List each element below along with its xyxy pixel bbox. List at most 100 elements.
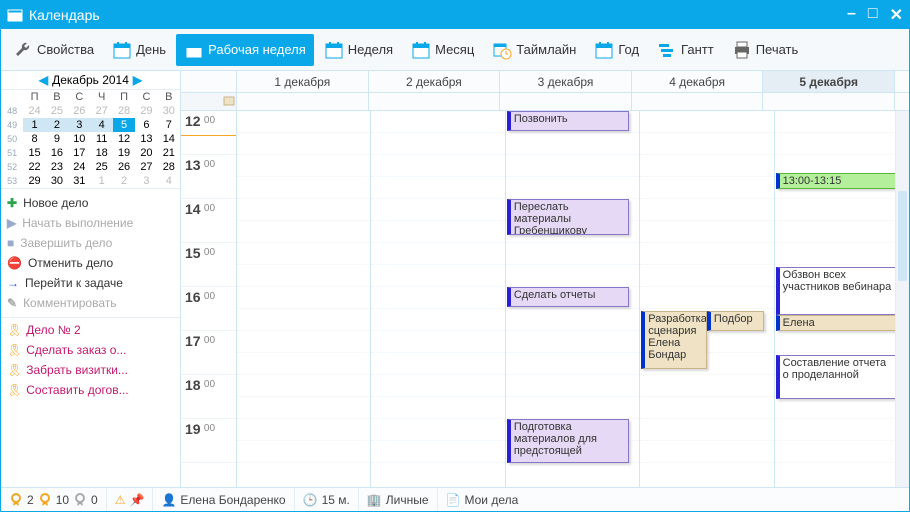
calendar-event[interactable]: Разработка сценария Елена Бондар bbox=[641, 311, 707, 369]
minical-day[interactable]: 5 bbox=[113, 118, 135, 132]
minical-day[interactable]: 18 bbox=[91, 146, 113, 160]
todo-item[interactable]: 🎗Составить догов... bbox=[1, 380, 180, 400]
calendar-event[interactable]: 13:00-13:15 bbox=[776, 173, 898, 189]
minical-day[interactable]: 19 bbox=[113, 146, 135, 160]
time-hour-cell: 14 00 bbox=[181, 199, 236, 243]
action-new[interactable]: ✚Новое дело bbox=[1, 193, 180, 213]
minical-day[interactable]: 25 bbox=[91, 160, 113, 174]
minical-day[interactable]: 4 bbox=[91, 118, 113, 132]
calendar-event[interactable]: Елена bbox=[776, 315, 898, 331]
todo-item[interactable]: 🎗Дело № 2 bbox=[1, 320, 180, 340]
minical-day[interactable]: 2 bbox=[113, 174, 135, 188]
day-column-header[interactable]: 4 декабря bbox=[632, 71, 764, 92]
minical-day[interactable]: 30 bbox=[46, 174, 68, 188]
calendar-event[interactable]: Обзвон всех участников вебинара bbox=[776, 267, 898, 315]
day-column[interactable] bbox=[237, 111, 371, 487]
mini-calendar[interactable]: ПВСЧПСВ 48242526272829304912345675089101… bbox=[1, 90, 180, 188]
toolbar-label: Таймлайн bbox=[516, 42, 576, 57]
day-column-header[interactable]: 3 декабря bbox=[500, 71, 632, 92]
status-category[interactable]: 🏢 Личные bbox=[359, 488, 438, 511]
day-column[interactable] bbox=[371, 111, 505, 487]
minical-day[interactable]: 28 bbox=[113, 104, 135, 118]
minical-day[interactable]: 9 bbox=[46, 132, 68, 146]
toolbar-year-button[interactable]: Год bbox=[586, 34, 647, 66]
calendar-event[interactable]: Подготовка материалов для предстоящей bbox=[507, 419, 629, 463]
toolbar-props-button[interactable]: Свойства bbox=[5, 34, 102, 66]
minical-next[interactable]: ▶ bbox=[133, 73, 142, 87]
toolbar-week-button[interactable]: Неделя bbox=[316, 34, 401, 66]
minical-day[interactable]: 23 bbox=[46, 160, 68, 174]
status-duration[interactable]: 🕒 15 м. bbox=[295, 488, 359, 511]
minical-day[interactable]: 8 bbox=[23, 132, 45, 146]
calendar-event[interactable]: Сделать отчеты bbox=[507, 287, 629, 307]
toolbar-month-button[interactable]: Месяц bbox=[403, 34, 482, 66]
minical-day[interactable]: 20 bbox=[135, 146, 157, 160]
minical-day[interactable]: 21 bbox=[158, 146, 180, 160]
day-column-header[interactable]: 5 декабря bbox=[763, 71, 895, 92]
minical-day[interactable]: 4 bbox=[158, 174, 180, 188]
minical-day[interactable]: 29 bbox=[23, 174, 45, 188]
minical-day[interactable]: 3 bbox=[135, 174, 157, 188]
status-user[interactable]: 👤 Елена Бондаренко bbox=[153, 488, 294, 511]
minical-day[interactable]: 26 bbox=[68, 104, 90, 118]
minical-day[interactable]: 15 bbox=[23, 146, 45, 160]
close-button[interactable]: ✕ bbox=[890, 5, 903, 25]
action-cancel[interactable]: ⛔Отменить дело bbox=[1, 253, 180, 273]
allday-row bbox=[181, 93, 909, 111]
minical-day[interactable]: 2 bbox=[46, 118, 68, 132]
minical-day[interactable]: 7 bbox=[158, 118, 180, 132]
calendar-event[interactable]: Переслать материалы Гребенщикову bbox=[507, 199, 629, 235]
minical-day[interactable]: 31 bbox=[68, 174, 90, 188]
allday-cell[interactable] bbox=[632, 93, 764, 110]
todo-item[interactable]: 🎗Забрать визитки... bbox=[1, 360, 180, 380]
calendar-event[interactable]: Позвонить bbox=[507, 111, 629, 131]
calendar-event[interactable]: Подбор bbox=[707, 311, 764, 331]
minical-day[interactable]: 16 bbox=[46, 146, 68, 160]
minical-day[interactable]: 27 bbox=[135, 160, 157, 174]
minimize-button[interactable]: – bbox=[847, 5, 856, 25]
action-goto[interactable]: →Перейти к задаче bbox=[1, 273, 180, 293]
minical-day[interactable]: 10 bbox=[68, 132, 90, 146]
minical-day[interactable]: 6 bbox=[135, 118, 157, 132]
allday-cell[interactable] bbox=[237, 93, 369, 110]
minical-day[interactable]: 25 bbox=[46, 104, 68, 118]
day-column[interactable]: Разработка сценария Елена БондарПодбор bbox=[640, 111, 774, 487]
minical-day[interactable]: 11 bbox=[91, 132, 113, 146]
minical-day[interactable]: 1 bbox=[91, 174, 113, 188]
minical-day[interactable]: 17 bbox=[68, 146, 90, 160]
toolbar-day-button[interactable]: День bbox=[104, 34, 174, 66]
action-finish: ■Завершить дело bbox=[1, 233, 180, 253]
minical-day[interactable]: 30 bbox=[158, 104, 180, 118]
toolbar-workweek-button[interactable]: Рабочая неделя bbox=[176, 34, 314, 66]
minical-day[interactable]: 3 bbox=[68, 118, 90, 132]
day-column-header[interactable]: 2 декабря bbox=[369, 71, 501, 92]
toolbar-gantt-button[interactable]: Гантт bbox=[649, 34, 722, 66]
minical-day[interactable]: 24 bbox=[23, 104, 45, 118]
minical-day[interactable]: 27 bbox=[91, 104, 113, 118]
minical-day[interactable]: 24 bbox=[68, 160, 90, 174]
toolbar-timeline-button[interactable]: Таймлайн bbox=[484, 34, 584, 66]
minical-header: ◀ Декабрь 2014 ▶ bbox=[1, 71, 180, 90]
calendar-event[interactable]: Составление отчета о проделанной bbox=[776, 355, 898, 399]
todo-item[interactable]: 🎗Сделать заказ о... bbox=[1, 340, 180, 360]
minical-day[interactable]: 22 bbox=[23, 160, 45, 174]
minical-day[interactable]: 29 bbox=[135, 104, 157, 118]
minical-prev[interactable]: ◀ bbox=[39, 73, 48, 87]
status-alerts[interactable]: ⚠ 📌 bbox=[107, 488, 154, 511]
status-tasks[interactable]: 📄 Мои дела bbox=[438, 488, 527, 511]
minical-day[interactable]: 12 bbox=[113, 132, 135, 146]
allday-cell[interactable] bbox=[500, 93, 632, 110]
allday-cell[interactable] bbox=[369, 93, 501, 110]
minical-day[interactable]: 26 bbox=[113, 160, 135, 174]
allday-cell[interactable] bbox=[763, 93, 895, 110]
minical-day[interactable]: 1 bbox=[23, 118, 45, 132]
minical-day[interactable]: 13 bbox=[135, 132, 157, 146]
vertical-scrollbar[interactable] bbox=[895, 111, 909, 487]
day-column[interactable]: 13:00-13:15 Обзвон всех участников вебина… bbox=[775, 111, 909, 487]
minical-day[interactable]: 28 bbox=[158, 160, 180, 174]
toolbar-print-button[interactable]: Печать bbox=[724, 34, 807, 66]
day-column-header[interactable]: 1 декабря bbox=[237, 71, 369, 92]
day-column[interactable]: Позвонить Переслать материалы Гребенщиков… bbox=[506, 111, 640, 487]
maximize-button[interactable]: □ bbox=[868, 5, 878, 25]
minical-day[interactable]: 14 bbox=[158, 132, 180, 146]
